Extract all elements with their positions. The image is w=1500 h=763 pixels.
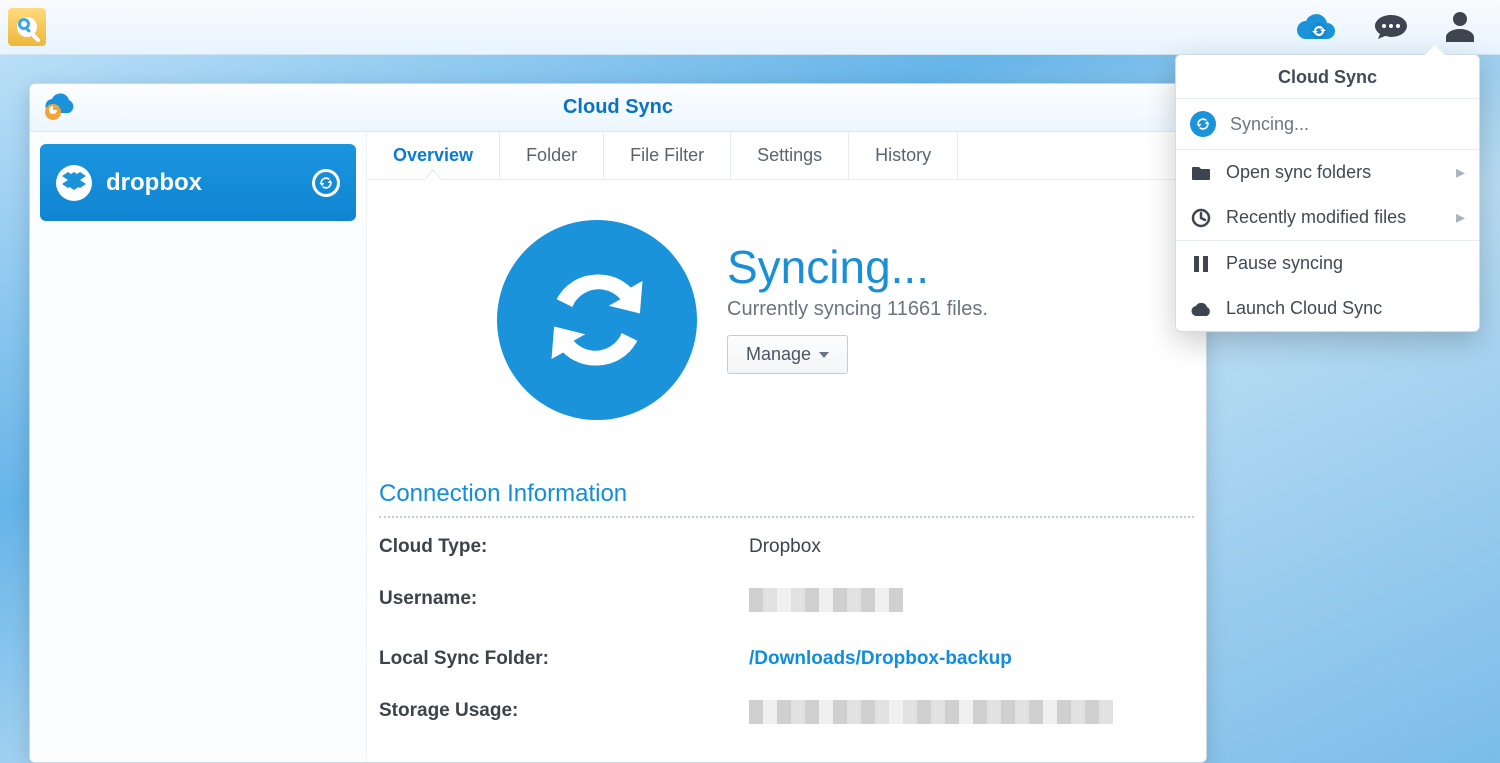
- row-storage-usage: Storage Usage:: [377, 700, 1196, 730]
- tab-history[interactable]: History: [849, 132, 958, 179]
- window-titlebar: Cloud Sync: [30, 84, 1206, 132]
- cloud-icon: [1190, 301, 1212, 317]
- row-username: Username:: [377, 588, 1196, 618]
- chevron-down-icon: [819, 352, 829, 358]
- app-logo-icon: [42, 91, 78, 126]
- overview-content: Syncing... Currently syncing 11661 files…: [367, 180, 1206, 762]
- popover-pause-syncing[interactable]: Pause syncing: [1176, 241, 1479, 286]
- row-local-sync-folder: Local Sync Folder: /Downloads/Dropbox-ba…: [377, 648, 1196, 670]
- search-button[interactable]: [8, 8, 46, 46]
- popover-open-sync-folders[interactable]: Open sync folders ▸: [1176, 150, 1479, 195]
- sidebar-item-dropbox[interactable]: dropbox: [40, 144, 356, 221]
- cloud-sync-popover: Cloud Sync Syncing... Open sync folders …: [1175, 54, 1480, 332]
- popover-recently-modified[interactable]: Recently modified files ▸: [1176, 195, 1479, 240]
- popover-launch-cloud-sync[interactable]: Launch Cloud Sync: [1176, 286, 1479, 331]
- sync-status-graphic: [497, 220, 697, 420]
- tab-folder[interactable]: Folder: [500, 132, 604, 179]
- sync-status-subtext: Currently syncing 11661 files.: [727, 298, 988, 321]
- window-title: Cloud Sync: [563, 96, 673, 119]
- cloud-sync-tray-icon[interactable]: [1294, 11, 1336, 43]
- cloud-sync-window: Cloud Sync dropbox Overview Folder File …: [29, 83, 1207, 763]
- redacted-value: [749, 700, 1113, 724]
- main-panel: Overview Folder File Filter Settings His…: [367, 132, 1206, 762]
- chevron-right-icon: ▸: [1456, 207, 1465, 228]
- clock-icon: [1190, 208, 1212, 228]
- search-icon: [17, 17, 37, 37]
- connections-sidebar: dropbox: [30, 132, 367, 762]
- local-sync-folder-link[interactable]: /Downloads/Dropbox-backup: [749, 648, 1012, 670]
- sync-icon: [1190, 111, 1216, 137]
- system-tray: [1294, 11, 1492, 43]
- system-topbar: [0, 0, 1500, 55]
- tab-settings[interactable]: Settings: [731, 132, 849, 179]
- sync-status-icon: [312, 169, 340, 197]
- connection-name: dropbox: [106, 169, 312, 197]
- section-divider: [379, 516, 1194, 518]
- manage-button[interactable]: Manage: [727, 335, 848, 374]
- dropbox-icon: [56, 165, 92, 201]
- popover-title: Cloud Sync: [1176, 55, 1479, 99]
- redacted-value: [749, 588, 903, 612]
- tab-bar: Overview Folder File Filter Settings His…: [367, 132, 1206, 180]
- pause-icon: [1190, 255, 1212, 273]
- sync-status-heading: Syncing...: [727, 240, 988, 294]
- user-tray-icon[interactable]: [1446, 12, 1474, 42]
- tab-file-filter[interactable]: File Filter: [604, 132, 731, 179]
- row-cloud-type: Cloud Type: Dropbox: [377, 536, 1196, 558]
- chat-tray-icon[interactable]: [1374, 13, 1408, 41]
- popover-status: Syncing...: [1176, 99, 1479, 149]
- folder-icon: [1190, 165, 1212, 181]
- connection-info-heading: Connection Information: [377, 470, 1196, 516]
- tab-overview[interactable]: Overview: [367, 132, 500, 179]
- chevron-right-icon: ▸: [1456, 162, 1465, 183]
